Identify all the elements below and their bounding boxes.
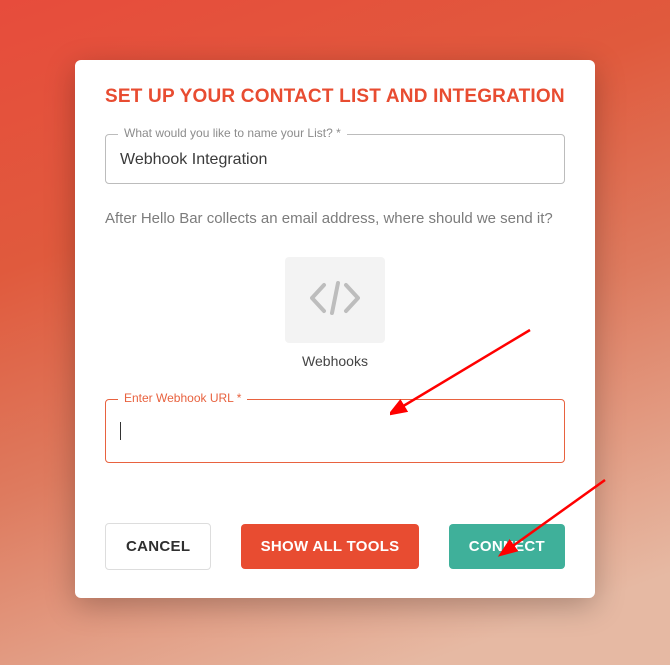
- connect-button[interactable]: CONNECT: [449, 524, 565, 569]
- dialog-actions: CANCEL SHOW ALL TOOLS CONNECT: [105, 523, 565, 570]
- webhooks-icon-box: [285, 257, 385, 343]
- cancel-button[interactable]: CANCEL: [105, 523, 211, 570]
- webhook-url-label: Enter Webhook URL *: [118, 391, 247, 405]
- code-icon: [310, 281, 360, 320]
- webhook-url-input[interactable]: [121, 422, 550, 440]
- show-all-tools-button[interactable]: SHOW ALL TOOLS: [241, 524, 420, 569]
- list-name-label: What would you like to name your List? *: [118, 126, 347, 140]
- destination-subtext: After Hello Bar collects an email addres…: [105, 210, 565, 227]
- webhook-url-field[interactable]: Enter Webhook URL *: [105, 399, 565, 463]
- webhooks-label: Webhooks: [285, 353, 385, 369]
- list-name-input[interactable]: [120, 151, 550, 169]
- webhooks-tool[interactable]: Webhooks: [285, 257, 385, 369]
- page-title: SET UP YOUR CONTACT LIST AND INTEGRATION: [105, 86, 565, 108]
- list-name-field[interactable]: What would you like to name your List? *: [105, 134, 565, 184]
- setup-dialog: SET UP YOUR CONTACT LIST AND INTEGRATION…: [75, 60, 595, 598]
